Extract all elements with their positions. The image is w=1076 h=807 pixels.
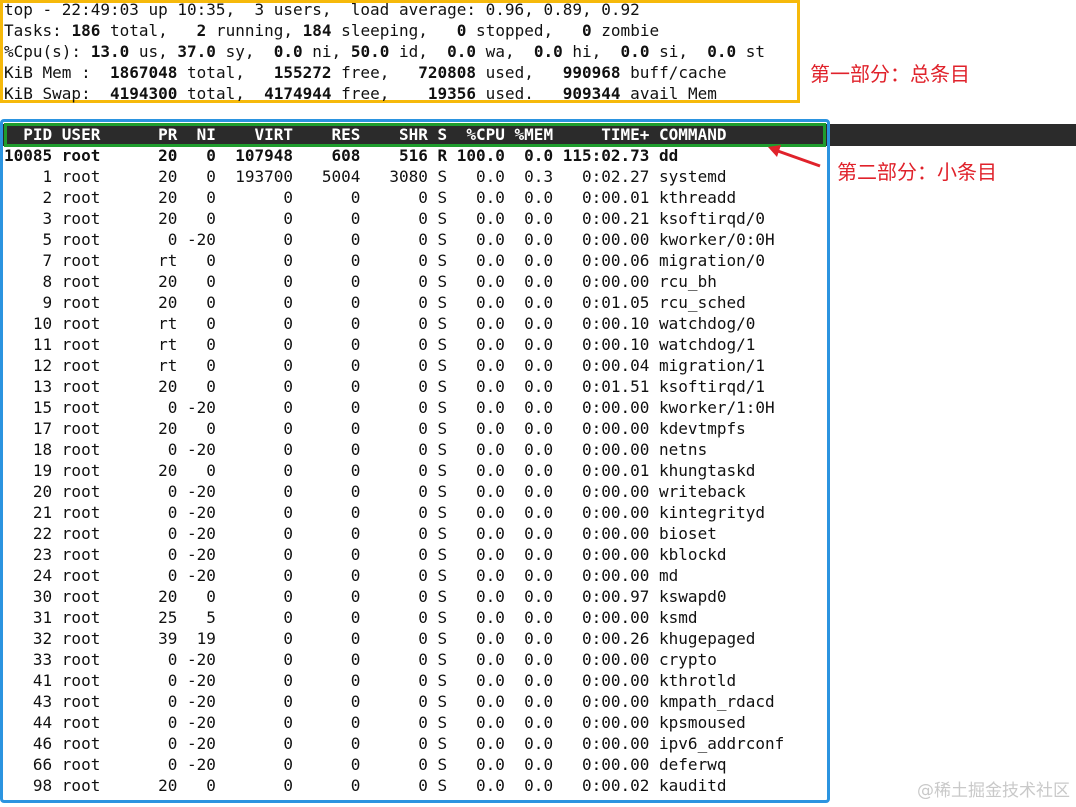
annotation-arrow (768, 145, 821, 168)
summary-label: total, (100, 21, 197, 40)
summary-value: 0.0 (707, 42, 737, 61)
summary-label: free, (331, 84, 428, 103)
summary-line: KiB Mem : 1867048 total, 155272 free, 72… (4, 62, 727, 83)
summary-label: total, (177, 84, 265, 103)
watermark: @稀土掘金技术社区 (917, 781, 1070, 801)
annotation-part1: 第一部分：总条目 (810, 62, 970, 86)
summary-value: 50.0 (350, 42, 390, 61)
summary-value: 13.0 (90, 42, 130, 61)
summary-label: wa, (476, 42, 534, 61)
summary-line: KiB Swap: 4194300 total, 4174944 free, 1… (4, 83, 717, 104)
summary-label: buff/cache (620, 63, 727, 82)
summary-value: 909344 (562, 84, 621, 103)
summary-label: total, (177, 63, 274, 82)
summary-label: running, (206, 21, 303, 40)
summary-value: 2 (196, 21, 207, 40)
summary-line: Tasks: 186 total, 2 running, 184 sleepin… (4, 20, 659, 41)
summary-label: stopped, (466, 21, 583, 40)
summary-label: si, (649, 42, 708, 61)
summary-label: zombie (591, 21, 660, 40)
summary-label: top - 22:49:03 up 10:35, 3 users, load a… (4, 0, 640, 19)
summary-value: 0.0 (620, 42, 650, 61)
summary-value: 720808 (418, 63, 477, 82)
summary-value: 0 (582, 21, 592, 40)
summary-label: sy, (215, 42, 274, 61)
summary-value: 0.0 (533, 42, 563, 61)
summary-value: 186 (71, 21, 101, 40)
summary-value: 4194300 (109, 84, 178, 103)
process-section-highlight (0, 119, 830, 803)
summary-label: used. (476, 84, 563, 103)
summary-label: free, (331, 63, 419, 82)
summary-value: 0.0 (273, 42, 303, 61)
annotation-part2: 第二部分：小条目 (837, 160, 997, 184)
summary-value: 184 (302, 21, 332, 40)
summary-value: 155272 (273, 63, 332, 82)
summary-label: sleeping, (331, 21, 457, 40)
summary-label: st (736, 42, 766, 61)
summary-line: %Cpu(s): 13.0 us, 37.0 sy, 0.0 ni, 50.0 … (4, 41, 765, 62)
summary-value: 0.0 (447, 42, 477, 61)
summary-value: 19356 (427, 84, 477, 103)
summary-label: avail Mem (620, 84, 717, 103)
summary-line: top - 22:49:03 up 10:35, 3 users, load a… (4, 0, 640, 20)
summary-label: Tasks: (4, 21, 72, 40)
arrow-line (774, 148, 821, 168)
summary-label: hi, (562, 42, 621, 61)
summary-value: 4174944 (264, 84, 332, 103)
summary-value: 0 (456, 21, 467, 40)
summary-label: id, (389, 42, 448, 61)
summary-value: 990968 (562, 63, 621, 82)
summary-label: ni, (302, 42, 351, 61)
summary-value: 37.0 (177, 42, 216, 61)
summary-label: used, (476, 63, 563, 82)
summary-label: %Cpu(s): (4, 42, 91, 61)
summary-label: us, (129, 42, 178, 61)
summary-label: KiB Mem : (4, 63, 110, 82)
summary-value: 1867048 (109, 63, 178, 82)
summary-label: KiB Swap: (4, 84, 110, 103)
